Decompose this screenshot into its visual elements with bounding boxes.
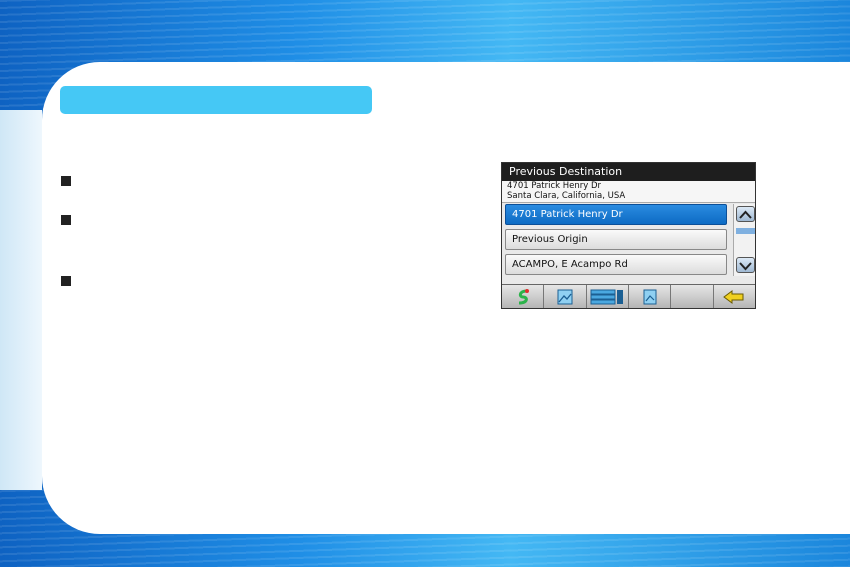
device-screenshot: Previous Destination 4701 Patrick Henry …	[501, 162, 756, 309]
scroll-thumb[interactable]	[736, 228, 755, 234]
list-item-selected[interactable]: 4701 Patrick Henry Dr	[505, 204, 727, 225]
back-button[interactable]	[713, 285, 755, 308]
bullet-1	[61, 176, 71, 186]
chevron-up-icon	[739, 210, 752, 219]
doc-icon	[643, 289, 657, 304]
route-button[interactable]	[502, 285, 545, 308]
map-icon	[557, 289, 573, 304]
device-title: Previous Destination	[502, 163, 755, 181]
list-view-button[interactable]	[586, 285, 629, 308]
bullet-2	[61, 215, 71, 225]
device-toolbar	[502, 284, 755, 308]
details-button[interactable]	[628, 285, 672, 308]
scrollbar[interactable]	[733, 204, 755, 276]
section-header-bar	[60, 86, 372, 114]
chevron-down-icon	[739, 262, 752, 271]
bullet-3	[61, 276, 71, 286]
scroll-up-button[interactable]	[736, 206, 755, 222]
empty-toolbar-slot	[671, 285, 714, 308]
address-line-2: Santa Clara, California, USA	[507, 190, 626, 201]
destination-list: 4701 Patrick Henry Dr Previous Origin AC…	[505, 204, 727, 279]
left-decoration	[0, 110, 42, 490]
list-item[interactable]: Previous Origin	[505, 229, 727, 250]
list-icon	[590, 289, 624, 304]
scroll-down-button[interactable]	[736, 257, 755, 273]
current-address: 4701 Patrick Henry Dr Santa Clara, Calif…	[502, 181, 755, 203]
list-item[interactable]: ACAMPO, E Acampo Rd	[505, 254, 727, 275]
back-arrow-icon	[723, 289, 744, 304]
map-button[interactable]	[544, 285, 587, 308]
route-icon	[518, 288, 529, 304]
